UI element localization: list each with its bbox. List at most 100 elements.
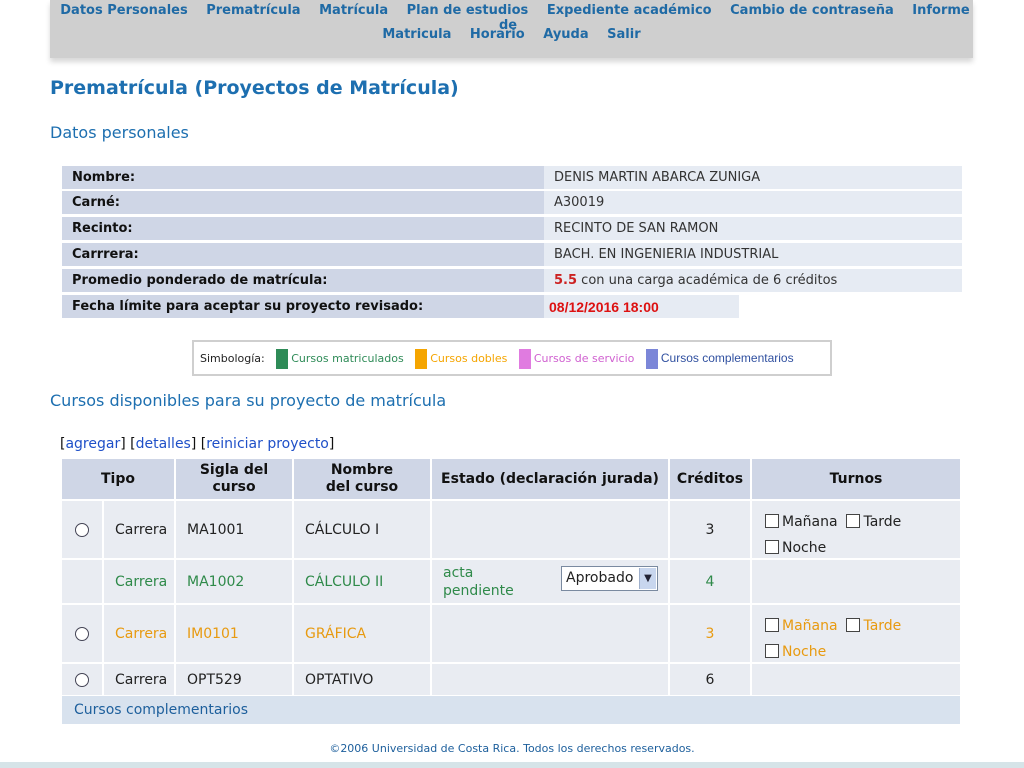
row1-noche-label: Noche: [782, 540, 827, 556]
detalles-link[interactable]: detalles: [136, 436, 191, 452]
header-creditos: Créditos: [670, 459, 750, 499]
personal-row-recinto: Recinto: RECINTO DE SAN RAMON: [62, 217, 962, 240]
promedio-suffix: con una carga académica de 6 créditos: [581, 273, 838, 288]
personal-row-promedio: Promedio ponderado de matrícula: 5.5 con…: [62, 269, 962, 292]
chevron-down-icon[interactable]: ▼: [639, 568, 656, 589]
value-recinto: RECINTO DE SAN RAMON: [544, 217, 962, 240]
row2-sigla: MA1002: [176, 560, 292, 603]
label-nombre: Nombre:: [62, 166, 552, 189]
label-fecha: Fecha límite para aceptar su proyecto re…: [62, 295, 552, 318]
value-carne: A30019: [544, 191, 962, 214]
header-estado: Estado (declaración jurada): [432, 459, 668, 499]
row1-sigla: MA1001: [176, 501, 292, 558]
row3-noche-checkbox[interactable]: [765, 644, 779, 658]
header-tipo: Tipo: [62, 459, 174, 499]
row1-tarde-label: Tarde: [863, 514, 902, 530]
top-navigation: Datos Personales Prematrícula Matrícula …: [50, 0, 973, 58]
row1-manana-checkbox[interactable]: [765, 514, 779, 528]
agregar-link[interactable]: agregar: [65, 436, 120, 452]
legend-swatch-matriculados: [276, 349, 289, 369]
row1-noche-option[interactable]: Noche: [765, 540, 826, 556]
complementarios-row[interactable]: Cursos complementarios: [62, 696, 960, 724]
row4-estado: [432, 664, 668, 695]
course-actions: [agregar] [detalles] [reiniciar proyecto…: [60, 436, 335, 452]
row1-creditos: 3: [670, 501, 750, 558]
row3-sigla: IM0101: [176, 605, 292, 662]
legend-box: Simbología: Cursos matriculados Cursos d…: [192, 340, 832, 376]
row3-manana-option[interactable]: Mañana: [765, 618, 838, 634]
nav-matricula[interactable]: Matrícula: [319, 3, 388, 18]
legend-complementarios: Cursos complementarios: [660, 351, 794, 365]
row3-creditos: 3: [670, 605, 750, 662]
nav-ayuda[interactable]: Ayuda: [543, 27, 588, 42]
nav-expediente[interactable]: Expediente académico: [547, 3, 712, 18]
row3-select-radio[interactable]: [75, 626, 89, 641]
personal-row-nombre: Nombre: DENIS MARTIN ABARCA ZUNIGA: [62, 166, 962, 189]
row1-nombre: CÁLCULO I: [294, 501, 430, 558]
row1-estado: [432, 501, 668, 558]
footer-copyright: ©2006 Universidad de Costa Rica. Todos l…: [329, 742, 695, 755]
row1-select-radio[interactable]: [75, 522, 89, 537]
row3-nombre: GRÁFICA: [294, 605, 430, 662]
label-recinto: Recinto:: [62, 217, 552, 240]
row4-select-radio[interactable]: [75, 672, 89, 687]
reiniciar-proyecto-link[interactable]: reiniciar proyecto: [206, 436, 329, 452]
row4-tipo: Carrera: [104, 664, 174, 695]
personal-row-carrera: Carrrera: BACH. EN INGENIERIA INDUSTRIAL: [62, 243, 962, 266]
nav-plan-estudios[interactable]: Plan de estudios: [407, 3, 529, 18]
header-nombre: Nombre del curso: [294, 459, 430, 499]
legend-swatch-complementarios: [645, 349, 658, 369]
bottom-bar: [0, 762, 1024, 768]
row3-tarde-checkbox[interactable]: [846, 618, 861, 632]
legend-swatch-servicio: [518, 349, 531, 369]
nav-row-2: Matricula Horario Ayuda Salir: [50, 27, 973, 42]
row2-creditos: 4: [670, 560, 750, 603]
header-sigla: Sigla del curso: [176, 459, 292, 499]
value-fecha: 08/12/2016 18:00: [544, 295, 739, 318]
legend-servicio: Cursos de servicio: [533, 352, 635, 365]
row3-tarde-label: Tarde: [863, 618, 902, 634]
promedio-number: 5.5: [554, 273, 578, 288]
value-promedio: 5.5 con una carga académica de 6 crédito…: [544, 269, 962, 292]
value-nombre: DENIS MARTIN ABARCA ZUNIGA: [544, 166, 962, 189]
row1-radio-cell: [62, 501, 102, 558]
personal-row-fecha: Fecha límite para aceptar su proyecto re…: [62, 295, 962, 318]
row2-estado-select[interactable]: Aprobado ▼: [561, 566, 658, 591]
row4-turnos: [752, 664, 960, 695]
courses-heading: Cursos disponibles para su proyecto de m…: [50, 391, 447, 410]
row2-nombre: CÁLCULO II: [294, 560, 430, 603]
row3-tipo: Carrera: [104, 605, 174, 662]
label-carne: Carné:: [62, 191, 552, 214]
personal-row-carne: Carné: A30019: [62, 191, 962, 214]
label-carrera: Carrrera:: [62, 243, 552, 266]
nav-prematricula[interactable]: Prematrícula: [206, 3, 300, 18]
row3-manana-checkbox[interactable]: [765, 618, 779, 632]
row2-turnos: [752, 560, 960, 603]
legend-dobles: Cursos dobles: [430, 352, 508, 365]
row3-tarde-option[interactable]: Tarde: [846, 618, 901, 634]
row1-tarde-checkbox[interactable]: [846, 514, 861, 528]
header-turnos: Turnos: [752, 459, 960, 499]
row1-tarde-option[interactable]: Tarde: [846, 514, 901, 530]
label-promedio: Promedio ponderado de matrícula:: [62, 269, 552, 292]
nav-cambio-contrasena[interactable]: Cambio de contraseña: [730, 3, 894, 18]
row3-manana-label: Mañana: [782, 618, 838, 634]
nav-salir[interactable]: Salir: [607, 27, 640, 42]
nav-horario[interactable]: Horario: [470, 27, 525, 42]
row4-creditos: 6: [670, 664, 750, 695]
nav-informe-matricula-part2[interactable]: Matricula: [382, 27, 451, 42]
row3-noche-option[interactable]: Noche: [765, 644, 826, 660]
row1-turnos: Mañana Tarde Noche: [752, 501, 960, 558]
row1-manana-option[interactable]: Mañana: [765, 514, 838, 530]
legend-matriculados: Cursos matriculados: [291, 352, 404, 365]
row3-estado: [432, 605, 668, 662]
row2-radio-cell: [62, 560, 102, 603]
row4-sigla: OPT529: [176, 664, 292, 695]
legend-swatch-dobles: [415, 349, 428, 369]
row4-radio-cell: [62, 664, 102, 695]
nav-datos-personales[interactable]: Datos Personales: [60, 3, 187, 18]
row3-noche-label: Noche: [782, 644, 827, 660]
row2-tipo: Carrera: [104, 560, 174, 603]
row1-noche-checkbox[interactable]: [765, 540, 779, 554]
value-carrera: BACH. EN INGENIERIA INDUSTRIAL: [544, 243, 962, 266]
